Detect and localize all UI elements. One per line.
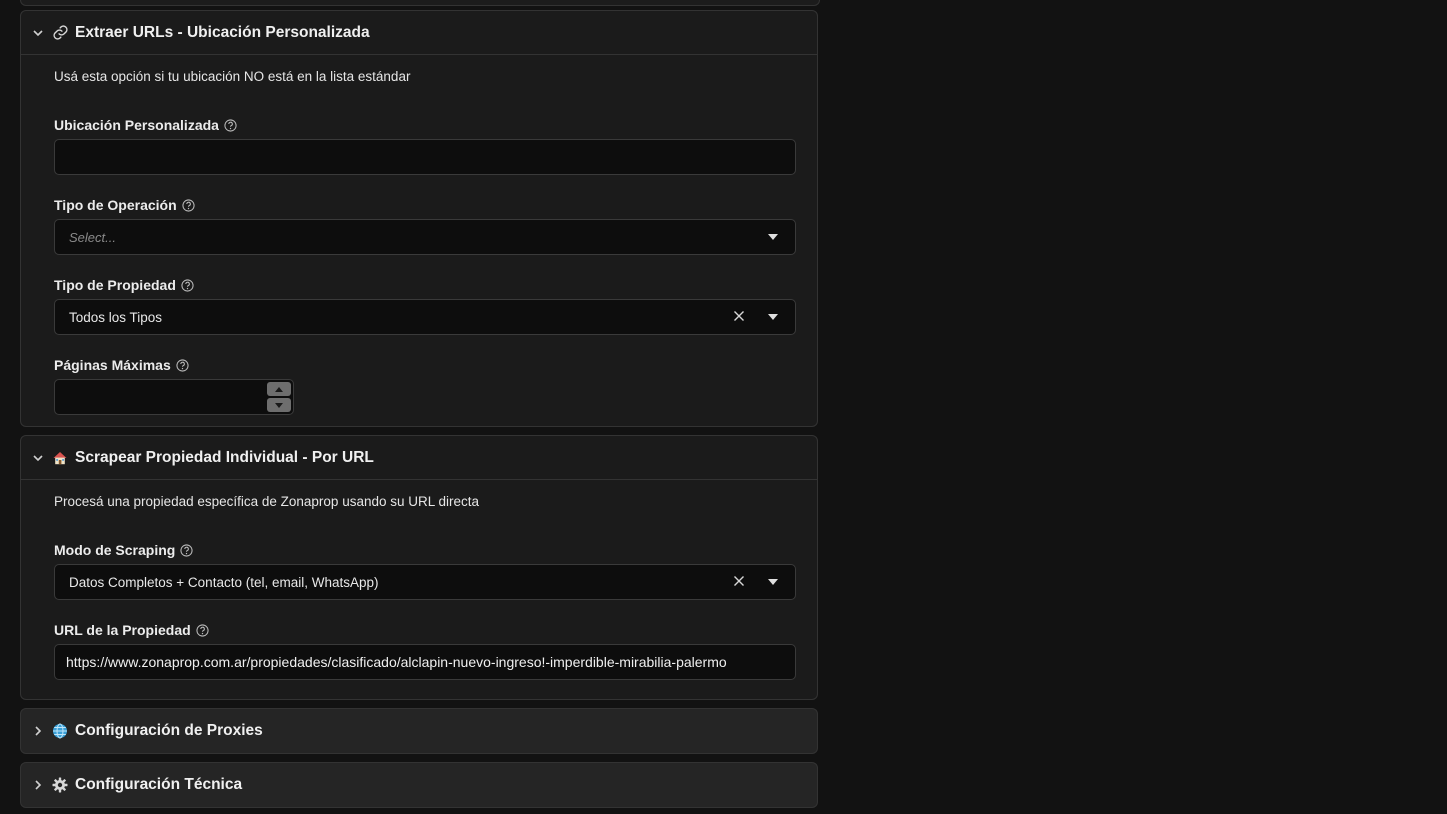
clear-icon[interactable]	[733, 310, 747, 324]
property-url-label: URL de la Propiedad	[54, 620, 784, 640]
section-description: Usá esta opción si tu ubicación NO está …	[54, 69, 411, 84]
chevron-down-icon	[31, 451, 45, 465]
custom-location-label-text: Ubicación Personalizada	[54, 117, 219, 133]
section-title: Configuración Técnica	[75, 776, 243, 793]
section-description: Procesá una propiedad específica de Zona…	[54, 494, 480, 509]
property-url-label-text: URL de la Propiedad	[54, 622, 191, 638]
property-url-input[interactable]: https://www.zonaprop.com.ar/propiedades/…	[54, 644, 796, 680]
help-icon[interactable]	[224, 118, 237, 132]
operation-type-label: Tipo de Operación	[54, 195, 784, 215]
section-custom-location: Extraer URLs - Ubicación Personalizada U…	[20, 10, 818, 427]
section-single-property: Scrapear Propiedad Individual - Por URL …	[20, 435, 818, 700]
help-icon[interactable]	[181, 278, 194, 292]
house-icon	[51, 449, 69, 467]
caret-down-icon[interactable]	[768, 314, 778, 320]
scraping-mode-label-text: Modo de Scraping	[54, 542, 176, 558]
property-type-select[interactable]: Todos los Tipos	[54, 299, 796, 335]
help-icon[interactable]	[182, 198, 195, 212]
max-pages-label: Páginas Máximas	[54, 355, 784, 375]
property-type-value: Todos los Tipos	[69, 309, 163, 325]
max-pages-input[interactable]	[54, 379, 294, 415]
help-icon[interactable]	[180, 543, 193, 557]
stepper-down-button[interactable]	[267, 398, 291, 412]
section-technical[interactable]: Configuración Técnica	[20, 762, 818, 808]
chevron-right-icon	[31, 778, 45, 792]
gear-icon	[51, 776, 69, 794]
caret-down-icon[interactable]	[768, 579, 778, 585]
section-custom-location-header[interactable]: Extraer URLs - Ubicación Personalizada	[21, 11, 817, 55]
operation-type-select[interactable]: Select...	[54, 219, 796, 255]
help-icon[interactable]	[176, 358, 189, 372]
clear-icon[interactable]	[733, 575, 747, 589]
section-title: Extraer URLs - Ubicación Personalizada	[75, 23, 370, 41]
previous-section-edge	[20, 0, 820, 6]
section-proxies[interactable]: Configuración de Proxies	[20, 708, 818, 754]
custom-location-input[interactable]	[54, 139, 796, 175]
section-title: Configuración de Proxies	[75, 722, 263, 739]
operation-type-placeholder: Select...	[69, 229, 116, 245]
chevron-right-icon	[31, 724, 45, 738]
max-pages-label-text: Páginas Máximas	[54, 357, 171, 373]
property-type-label-text: Tipo de Propiedad	[54, 277, 176, 293]
operation-type-label-text: Tipo de Operación	[54, 197, 177, 213]
caret-down-icon[interactable]	[768, 234, 778, 240]
link-icon	[51, 24, 69, 42]
section-title: Scrapear Propiedad Individual - Por URL	[75, 448, 374, 466]
property-url-value: https://www.zonaprop.com.ar/propiedades/…	[66, 654, 727, 670]
custom-location-label: Ubicación Personalizada	[54, 115, 784, 135]
property-type-label: Tipo de Propiedad	[54, 275, 784, 295]
stepper-up-button[interactable]	[267, 382, 291, 396]
scraping-mode-select[interactable]: Datos Completos + Contacto (tel, email, …	[54, 564, 796, 600]
globe-icon	[51, 722, 69, 740]
quantity-stepper	[267, 382, 291, 412]
chevron-down-icon	[31, 26, 45, 40]
help-icon[interactable]	[196, 623, 209, 637]
section-proxies-header[interactable]: Configuración de Proxies	[21, 709, 817, 753]
section-technical-header[interactable]: Configuración Técnica	[21, 763, 817, 807]
scraping-mode-label: Modo de Scraping	[54, 540, 784, 560]
scraping-mode-value: Datos Completos + Contacto (tel, email, …	[69, 574, 379, 590]
section-single-property-header[interactable]: Scrapear Propiedad Individual - Por URL	[21, 436, 817, 480]
